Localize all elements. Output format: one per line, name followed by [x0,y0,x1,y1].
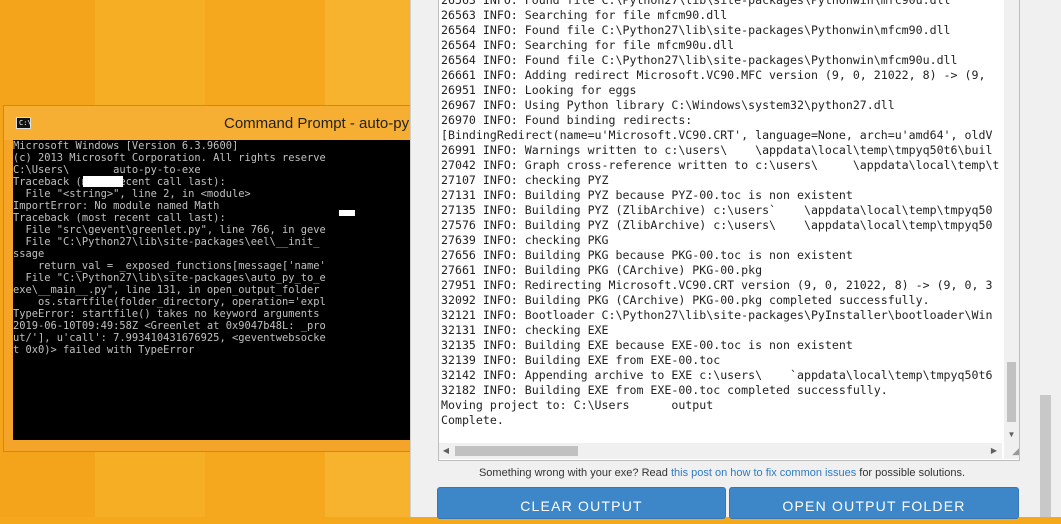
help-prefix: Something wrong with your exe? Read [478,467,671,479]
scroll-right-arrow-icon[interactable]: ▶ [987,443,1001,459]
output-line: 27135 INFO: Building PYZ (ZlibArchive) c… [441,203,993,217]
output-lines: 26563 INFO: Found file C:\Python27\lib\s… [439,0,999,428]
output-line: 32131 INFO: checking EXE [441,323,609,337]
console-line: Traceback (most recent call last): [13,176,226,188]
output-line: 26967 INFO: Using Python library C:\Wind… [441,98,895,112]
console-line: ssage [13,248,45,260]
output-line: 27661 INFO: Building PKG (CArchive) PKG-… [441,263,763,277]
output-line: 26661 INFO: Adding redirect Microsoft.VC… [441,68,986,82]
console-line: File "C:\Python27\lib\site-packages\eel\… [13,236,320,248]
scroll-down-arrow-icon[interactable]: ▼ [1004,427,1019,443]
output-line: 26564 INFO: Found file C:\Python27\lib\s… [441,53,958,67]
help-suffix: for possible solutions. [856,467,966,479]
fix-common-issues-link[interactable]: this post on how to fix common issues [671,467,856,479]
output-line: 26970 INFO: Found binding redirects: [441,113,693,127]
output-horizontal-scrollbar[interactable]: ◀ ▶ [439,443,1002,459]
output-line: 26563 INFO: Found file C:\Python27\lib\s… [441,0,951,7]
redaction-mark [339,210,355,216]
output-line: 32139 INFO: Building EXE from EXE-00.toc [441,353,721,367]
output-line: 26564 INFO: Found file C:\Python27\lib\s… [441,23,951,37]
output-line: 27951 INFO: Redirecting Microsoft.VC90.C… [441,278,993,292]
console-icon-text: C:\ [19,119,32,127]
output-vertical-scroll-thumb[interactable] [1007,362,1016,422]
output-line: 27131 INFO: Building PYZ because PYZ-00.… [441,188,853,202]
console-lines: Microsoft Windows [Version 6.3.9600] (c) … [13,140,413,356]
output-line: 27576 INFO: Building PYZ (ZlibArchive) c… [441,218,993,232]
console-line: TypeError: startfile() takes no keyword … [13,308,320,320]
console-line: os.startfile(folder_directory, operation… [13,296,326,308]
help-message: Something wrong with your exe? Read this… [411,467,1033,479]
window-edge [418,0,428,517]
output-line: Moving project to: C:\Users output [441,398,714,412]
output-line: 27656 INFO: Building PKG because PKG-00.… [441,248,853,262]
auto-py-to-exe-window[interactable]: 26563 INFO: Found file C:\Python27\lib\s… [410,0,1061,519]
window-title: Command Prompt - auto-py [224,115,410,132]
console-line: (c) 2013 Microsoft Corporation. All righ… [13,152,326,164]
console-icon: C:\ [16,117,32,129]
resize-grip-icon[interactable]: ◢ [1004,443,1019,459]
output-line: 27107 INFO: checking PYZ [441,173,609,187]
command-prompt-titlebar[interactable]: C:\ Command Prompt - auto-py [4,106,424,140]
console-output[interactable]: Microsoft Windows [Version 6.3.9600] (c) … [13,140,413,440]
clear-output-button[interactable]: CLEAR OUTPUT [437,487,726,519]
console-line: exe\__main__.py", line 131, in open_outp… [13,284,320,296]
scroll-left-arrow-icon[interactable]: ◀ [439,443,453,459]
console-line: ut/'], u'call': 7.993410431676925, <geve… [13,332,326,344]
output-line: 26564 INFO: Searching for file mfcm90u.d… [441,38,735,52]
output-line: 26991 INFO: Warnings written to c:\users… [441,143,993,157]
output-line: 32142 INFO: Appending archive to EXE c:\… [441,368,993,382]
page-vertical-scroll-thumb[interactable] [1040,395,1051,517]
console-line: 2019-06-10T09:49:58Z <Greenlet at 0x9047… [13,320,326,332]
page-vertical-scrollbar[interactable] [1037,0,1054,517]
console-line: Microsoft Windows [Version 6.3.9600] [13,140,239,152]
output-horizontal-scroll-thumb[interactable] [455,446,578,456]
output-line: 32135 INFO: Building EXE because EXE-00.… [441,338,853,352]
output-line: 32182 INFO: Building EXE from EXE-00.toc… [441,383,888,397]
console-line: t 0x0)> failed with TypeError [13,344,195,356]
console-line: return_val = _exposed_functions[message[… [13,260,326,272]
output-textarea[interactable]: 26563 INFO: Found file C:\Python27\lib\s… [438,0,1020,461]
console-line: File "C:\Python27\lib\site-packages\auto… [13,272,326,284]
output-line: 32121 INFO: Bootloader C:\Python27\lib\s… [441,308,993,322]
output-line: 26563 INFO: Searching for file mfcm90.dl… [441,8,728,22]
output-line: 27639 INFO: checking PKG [441,233,609,247]
console-line: File "<string>", line 2, in <module> [13,188,251,200]
output-line: 32092 INFO: Building PKG (CArchive) PKG-… [441,293,930,307]
output-line: Complete. [441,413,504,427]
output-line: 26951 INFO: Looking for eggs [441,83,637,97]
output-line: 27042 INFO: Graph cross-reference writte… [441,158,1000,172]
console-line: C:\Users\ auto-py-to-exe [13,164,201,176]
open-output-folder-button[interactable]: OPEN OUTPUT FOLDER [729,487,1019,519]
command-prompt-window[interactable]: C:\ Command Prompt - auto-py Microsoft W… [3,105,425,452]
output-vertical-scrollbar[interactable]: ▼ [1004,0,1019,443]
output-line: [BindingRedirect(name=u'Microsoft.VC90.C… [441,128,993,142]
console-line: File "src\gevent\greenlet.py", line 766,… [13,224,326,236]
redaction-mark [83,176,123,187]
